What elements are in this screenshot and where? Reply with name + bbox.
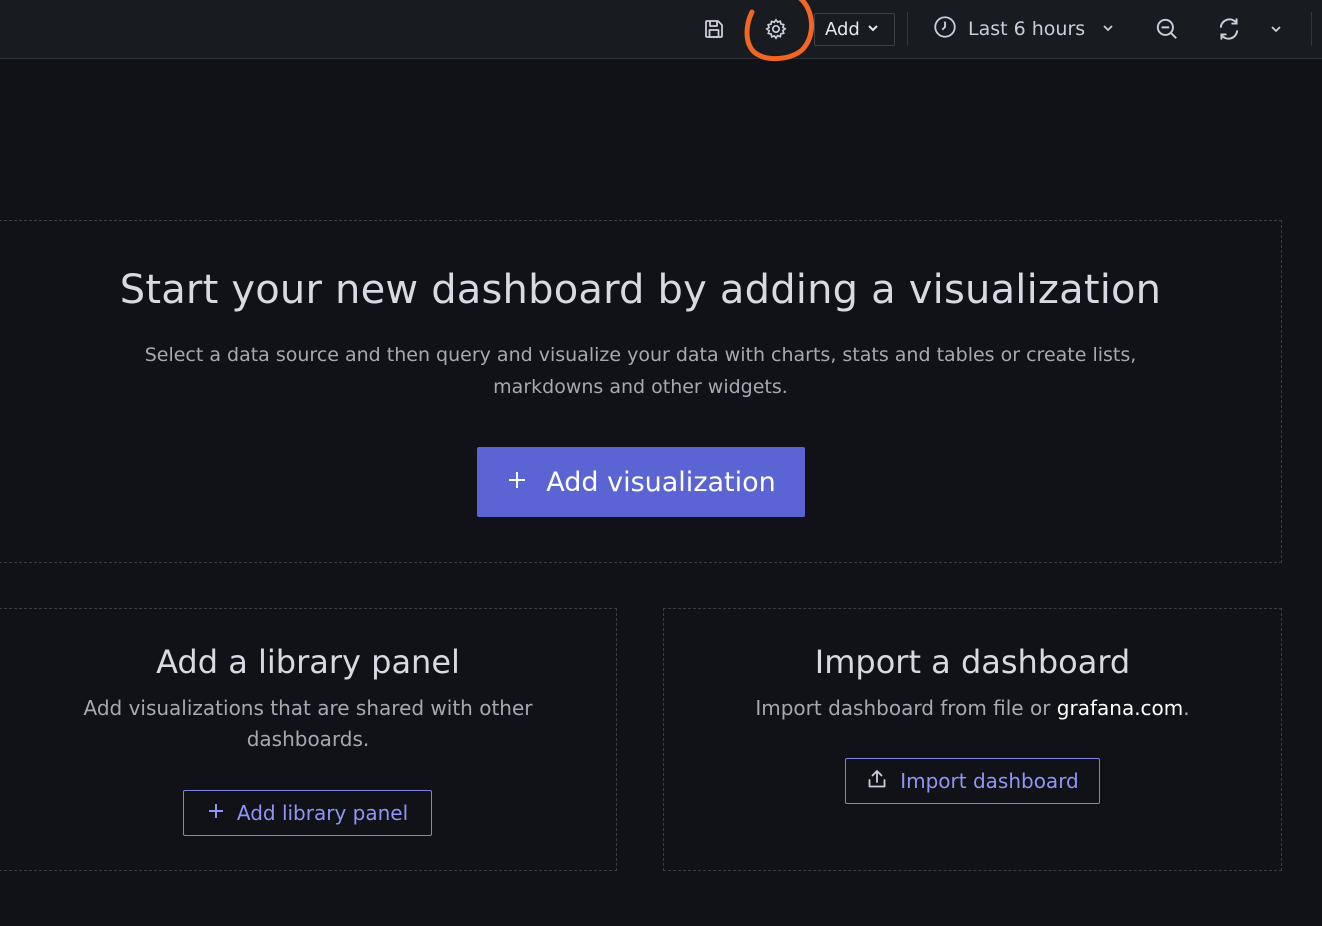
import-dashboard-description: Import dashboard from file or grafana.co… (734, 693, 1211, 724)
toolbar-divider (1311, 12, 1312, 46)
save-dashboard-button[interactable] (697, 12, 731, 46)
add-visualization-button[interactable]: Add visualization (477, 447, 805, 517)
refresh-interval-dropdown[interactable] (1262, 12, 1290, 46)
chevron-down-icon (866, 19, 880, 40)
plus-icon (506, 467, 528, 498)
add-visualization-panel: Start your new dashboard by adding a vis… (0, 220, 1282, 563)
add-library-panel-button[interactable]: Add library panel (183, 790, 432, 836)
toolbar-divider (907, 12, 908, 46)
chevron-down-icon (1101, 18, 1115, 40)
refresh-icon (1216, 16, 1242, 42)
dashboard-settings-button[interactable] (759, 12, 793, 46)
import-dashboard-button[interactable]: Import dashboard (845, 758, 1100, 804)
gear-icon (764, 17, 788, 41)
library-panel-card: Add a library panel Add visualizations t… (0, 608, 617, 871)
import-dashboard-label: Import dashboard (900, 769, 1079, 793)
import-description-suffix: . (1183, 696, 1190, 720)
zoom-out-icon (1154, 16, 1180, 42)
grafana-com-link[interactable]: grafana.com (1057, 696, 1183, 720)
import-dashboard-card: Import a dashboard Import dashboard from… (663, 608, 1282, 871)
add-dropdown-label: Add (825, 19, 860, 40)
time-range-picker[interactable]: Last 6 hours (932, 12, 1115, 46)
time-range-label: Last 6 hours (968, 18, 1086, 40)
refresh-button[interactable] (1212, 12, 1246, 46)
upload-icon (866, 768, 888, 795)
import-description-text: Import dashboard from file or (755, 696, 1057, 720)
empty-dashboard-description: Select a data source and then query and … (144, 344, 1137, 398)
add-library-panel-label: Add library panel (236, 801, 409, 825)
dashboard-toolbar: Add Last 6 hours (0, 0, 1322, 61)
add-visualization-label: Add visualization (546, 466, 776, 498)
empty-dashboard-title: Start your new dashboard by adding a vis… (119, 267, 1162, 313)
library-panel-description: Add visualizations that are shared with … (83, 696, 533, 751)
import-dashboard-title: Import a dashboard (814, 643, 1131, 681)
add-dropdown-button[interactable]: Add (814, 13, 895, 46)
chevron-down-icon (1269, 22, 1283, 36)
plus-icon (207, 801, 225, 825)
save-icon (702, 17, 726, 41)
library-panel-title: Add a library panel (156, 643, 460, 681)
zoom-out-button[interactable] (1150, 12, 1184, 46)
clock-icon (932, 14, 958, 45)
